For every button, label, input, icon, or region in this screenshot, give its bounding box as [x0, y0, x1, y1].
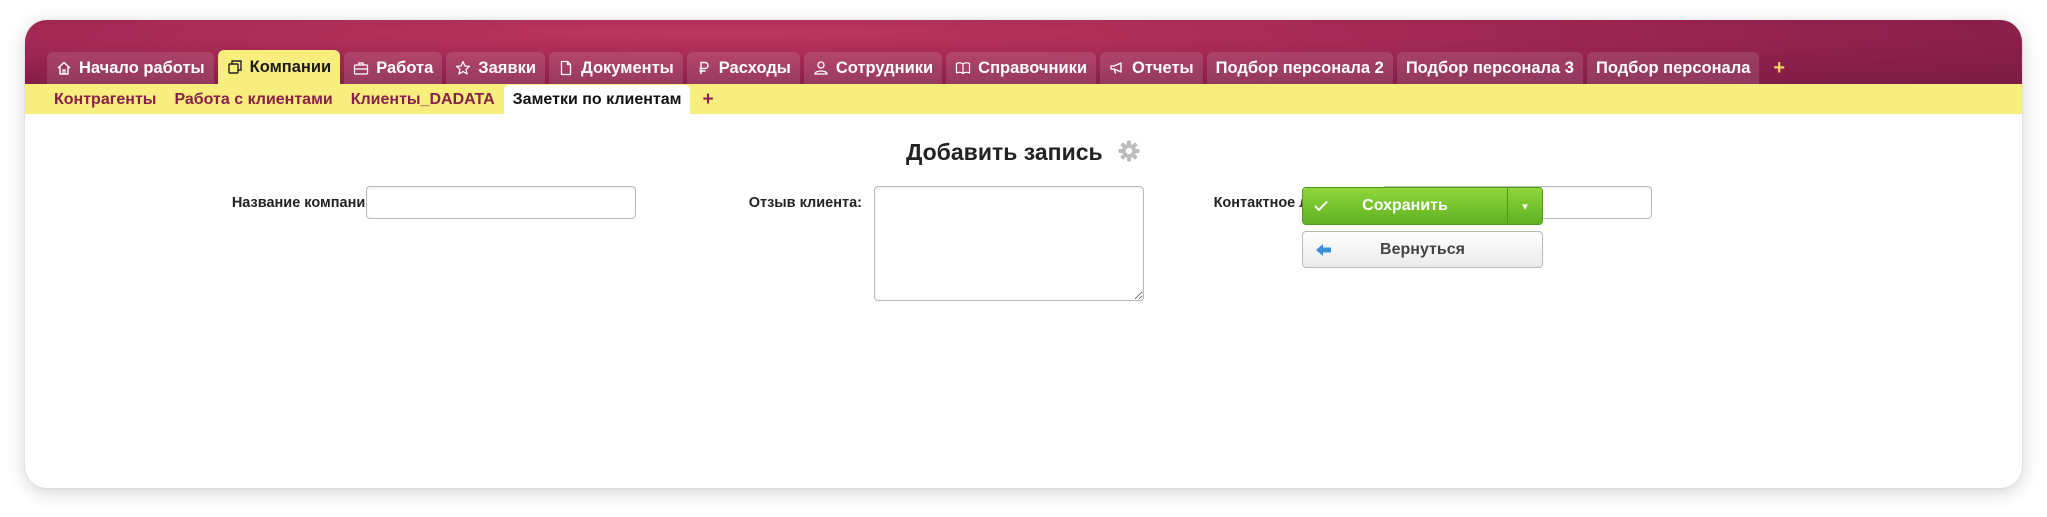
- tab-employees[interactable]: Сотрудники: [803, 52, 943, 84]
- company-name-label: Название компании:: [231, 195, 379, 211]
- arrow-left-icon: [1315, 242, 1333, 263]
- users-icon: [813, 60, 829, 76]
- save-button-group: Сохранить ▾: [1302, 187, 1543, 225]
- tab-recruitment-3[interactable]: Подбор персонала 3: [1396, 52, 1583, 84]
- add-tab-button[interactable]: +: [1763, 52, 1795, 84]
- subtab-clients-dadata[interactable]: Клиенты_DADATA: [342, 86, 504, 114]
- gear-icon[interactable]: [1117, 139, 1141, 169]
- tab-reports[interactable]: Отчеты: [1100, 52, 1203, 84]
- top-nav-bar: Начало работы Компании Работа Заявки Док…: [25, 20, 2022, 84]
- subtab-client-work[interactable]: Работа с клиентами: [165, 86, 341, 114]
- save-options-button[interactable]: ▾: [1507, 188, 1542, 224]
- tab-label: Расходы: [718, 58, 791, 77]
- megaphone-icon: [1109, 60, 1125, 76]
- main-tabs: Начало работы Компании Работа Заявки Док…: [47, 50, 1795, 84]
- app-window: Начало работы Компании Работа Заявки Док…: [25, 20, 2022, 488]
- save-label: Сохранить: [1362, 197, 1448, 214]
- home-icon: [56, 60, 72, 76]
- ruble-icon: [696, 60, 712, 76]
- tab-companies[interactable]: Компании: [217, 50, 341, 84]
- tab-documents[interactable]: Документы: [548, 52, 683, 84]
- book-icon: [955, 60, 971, 76]
- client-review-label: Отзыв клиента:: [748, 195, 862, 211]
- subtab-client-notes[interactable]: Заметки по клиентам: [503, 85, 691, 114]
- add-subtab-button[interactable]: +: [690, 86, 725, 114]
- tab-label: Подбор персонала 2: [1215, 58, 1384, 77]
- tab-label: Подбор персонала: [1595, 58, 1751, 77]
- tab-expenses[interactable]: Расходы: [686, 52, 800, 84]
- tab-recruitment-2[interactable]: Подбор персонала 2: [1206, 52, 1393, 84]
- page-title: Добавить запись: [905, 139, 1103, 165]
- tab-directories[interactable]: Справочники: [946, 52, 1096, 84]
- sub-tabs: Контрагенты Работа с клиентами Клиенты_D…: [45, 84, 726, 114]
- company-name-field[interactable]: [366, 186, 636, 219]
- tab-label: Сотрудники: [835, 58, 934, 77]
- tab-label: Справочники: [978, 58, 1087, 77]
- tab-label: Компании: [249, 57, 332, 76]
- tab-requests[interactable]: Заявки: [446, 52, 545, 84]
- tab-label: Начало работы: [79, 58, 205, 77]
- screen: Начало работы Компании Работа Заявки Док…: [0, 0, 2047, 517]
- tab-recruitment[interactable]: Подбор персонала: [1586, 52, 1760, 84]
- tab-label: Документы: [580, 58, 674, 77]
- sub-nav-bar: Контрагенты Работа с клиентами Клиенты_D…: [25, 84, 2022, 114]
- tab-start[interactable]: Начало работы: [47, 52, 214, 84]
- subtab-contractors[interactable]: Контрагенты: [45, 86, 165, 114]
- star-icon: [455, 60, 471, 76]
- form-header: Добавить запись: [25, 139, 2022, 169]
- client-review-field[interactable]: [874, 186, 1144, 301]
- tab-label: Работа: [376, 58, 434, 77]
- tab-work[interactable]: Работа: [344, 52, 443, 84]
- briefcase-icon: [353, 60, 369, 76]
- back-label: Вернуться: [1380, 240, 1465, 258]
- back-button[interactable]: Вернуться: [1302, 231, 1543, 268]
- document-icon: [558, 60, 574, 76]
- save-button[interactable]: Сохранить: [1303, 188, 1507, 224]
- check-icon: [1313, 198, 1329, 219]
- copy-icon: [227, 59, 243, 75]
- tab-label: Заявки: [478, 58, 536, 77]
- tab-label: Подбор персонала 3: [1405, 58, 1574, 77]
- tab-label: Отчеты: [1132, 58, 1194, 77]
